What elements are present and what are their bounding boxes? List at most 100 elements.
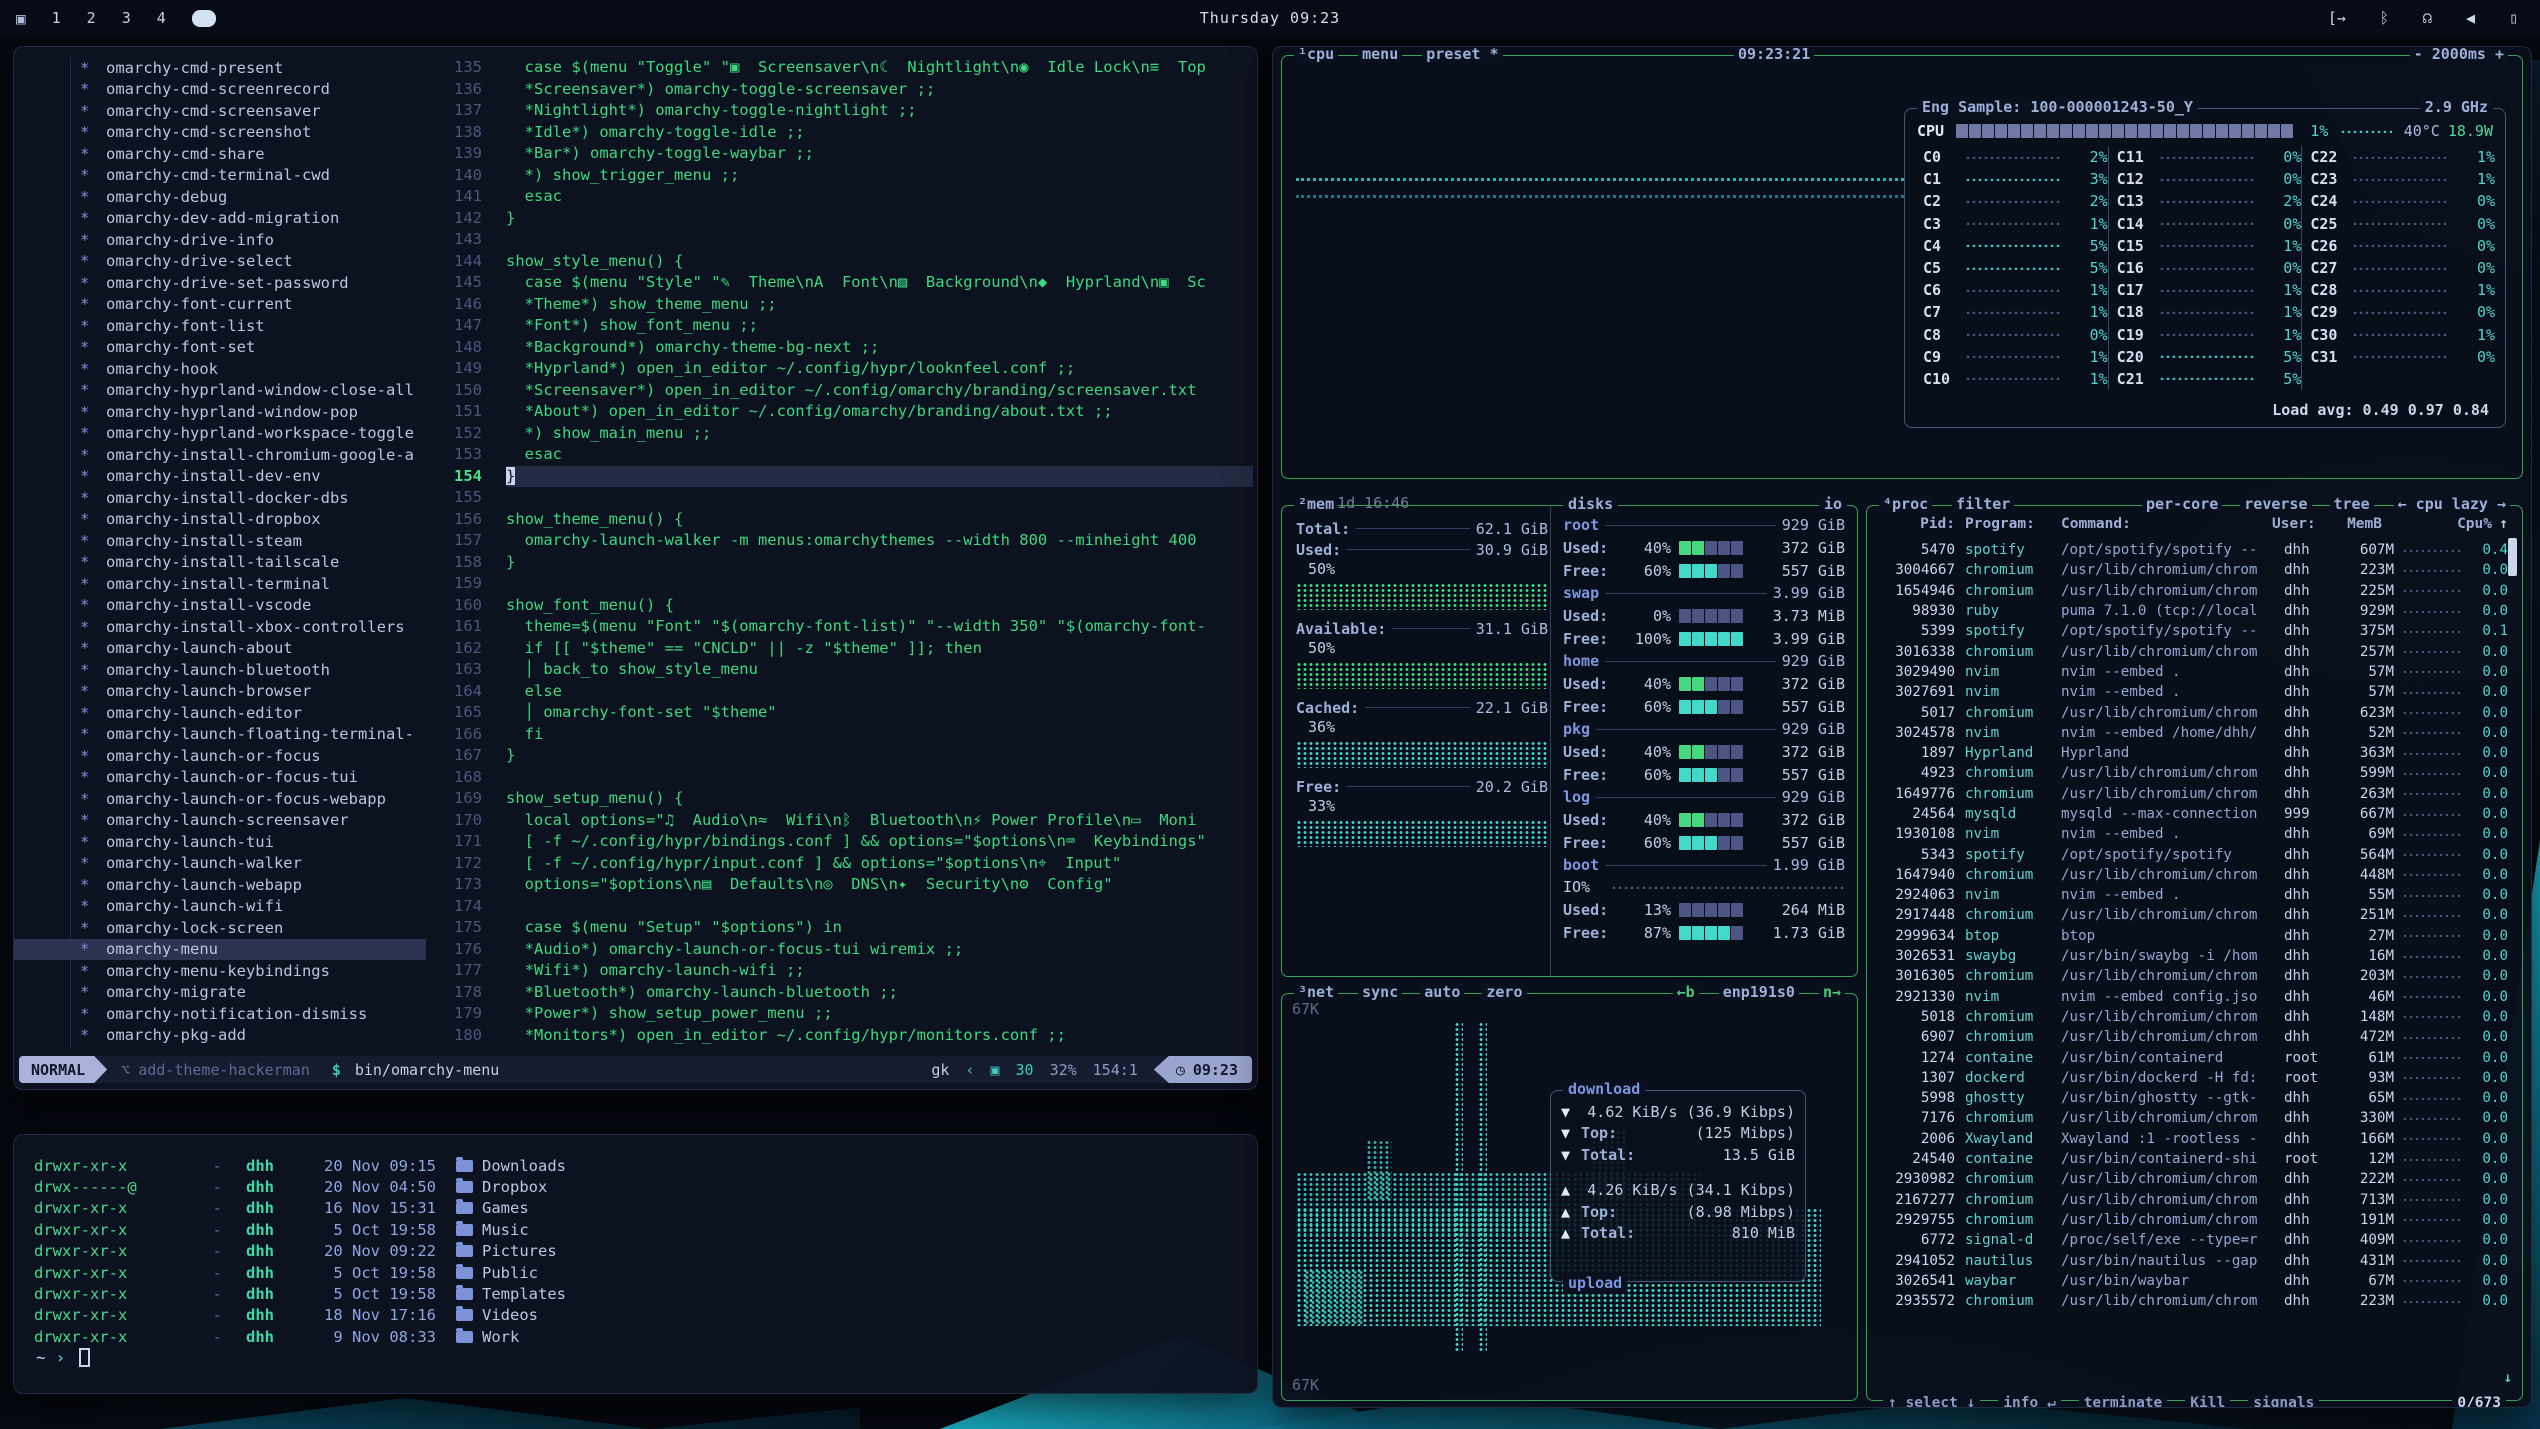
command-column-header[interactable]: Command:	[2061, 516, 2272, 532]
file-list-item[interactable]: *omarchy-install-xbox-controllers	[14, 616, 426, 638]
file-list-item[interactable]: *omarchy-menu-keybindings	[14, 960, 426, 982]
file-list-item[interactable]: *omarchy-cmd-screenrecord	[14, 79, 426, 101]
process-row[interactable]: 2999634btopbtopdhh27M0.0	[1867, 926, 2508, 946]
process-row[interactable]: 2929755chromium/usr/lib/chromium/chromdh…	[1867, 1210, 2508, 1230]
file-list-item[interactable]: *omarchy-launch-floating-terminal-	[14, 724, 426, 746]
scroll-down-icon[interactable]: ↓	[2503, 1370, 2512, 1386]
file-list-item[interactable]: *omarchy-launch-or-focus-webapp	[14, 788, 426, 810]
net-box-title[interactable]: ³net	[1294, 983, 1338, 1001]
file-list-item[interactable]: *omarchy-debug	[14, 186, 426, 208]
file-list-item[interactable]: *omarchy-pkg-add	[14, 1025, 426, 1047]
process-row[interactable]: 1307dockerd/usr/bin/dockerd -H fd:root93…	[1867, 1068, 2508, 1088]
net-tab[interactable]: zero	[1482, 983, 1526, 1001]
process-row[interactable]: 2924063nvimnvim --embed .dhh55M0.0	[1867, 885, 2508, 905]
file-list-item[interactable]: *omarchy-cmd-screenshot	[14, 122, 426, 144]
process-row[interactable]: 2935572chromium/usr/lib/chromium/chromdh…	[1867, 1291, 2508, 1311]
process-row[interactable]: 2941052nautilus/usr/bin/nautilus --gapdh…	[1867, 1250, 2508, 1270]
process-row[interactable]: 5343spotify/opt/spotify/spotifydhh564M0.…	[1867, 844, 2508, 864]
file-list-item[interactable]: *omarchy-launch-webapp	[14, 874, 426, 896]
footer-action[interactable]: ↑ select ↓	[1883, 1395, 1980, 1408]
file-list-item[interactable]: *omarchy-hook	[14, 358, 426, 380]
file-list-item[interactable]: *omarchy-drive-info	[14, 229, 426, 251]
preset-tab[interactable]: preset *	[1422, 46, 1502, 63]
process-row[interactable]: 5017chromium/usr/lib/chromium/chromdhh62…	[1867, 702, 2508, 722]
file-list-item[interactable]: *omarchy-hyprland-window-pop	[14, 401, 426, 423]
proc-option-tab[interactable]: reverse	[2240, 495, 2311, 513]
process-row[interactable]: 24540containe/usr/bin/containerd-shiroot…	[1867, 1149, 2508, 1169]
process-row[interactable]: 98930rubypuma 7.1.0 (tcp://localdhh929M0…	[1867, 601, 2508, 621]
net-tab[interactable]: auto	[1420, 983, 1464, 1001]
footer-action[interactable]: Kill	[2185, 1395, 2230, 1408]
wifi-icon[interactable]: ☊	[2423, 9, 2432, 27]
proc-sort-selector[interactable]: ← cpu lazy →	[2394, 495, 2510, 513]
file-list-item[interactable]: *omarchy-launch-walker	[14, 853, 426, 875]
process-row[interactable]: 2930982chromium/usr/lib/chromium/chromdh…	[1867, 1169, 2508, 1189]
filter-tab[interactable]: filter	[1952, 495, 2014, 513]
disks-title[interactable]: disks	[1563, 495, 1618, 513]
bluetooth-icon[interactable]: ᛒ	[2380, 9, 2389, 27]
program-column-header[interactable]: Program:	[1965, 516, 2061, 532]
process-row[interactable]: 5399spotify/opt/spotify/spotify --dhh375…	[1867, 621, 2508, 641]
file-list-item[interactable]: *omarchy-install-terminal	[14, 573, 426, 595]
process-row[interactable]: 2167277chromium/usr/lib/chromium/chromdh…	[1867, 1190, 2508, 1210]
net-tab[interactable]: sync	[1358, 983, 1402, 1001]
proc-option-tab[interactable]: per-core	[2142, 495, 2222, 513]
file-list-item[interactable]: *omarchy-cmd-present	[14, 57, 426, 79]
file-list-item[interactable]: *omarchy-install-docker-dbs	[14, 487, 426, 509]
process-row[interactable]: 3027691nvimnvim --embed .dhh57M0.0	[1867, 682, 2508, 702]
process-row[interactable]: 1654946chromium/usr/lib/chromium/chromdh…	[1867, 581, 2508, 601]
shell-prompt[interactable]: ~ ›	[36, 1348, 90, 1367]
process-row[interactable]: 1649776chromium/usr/lib/chromium/chromdh…	[1867, 784, 2508, 804]
file-list-item[interactable]: *omarchy-launch-or-focus	[14, 745, 426, 767]
file-list-item[interactable]: *omarchy-launch-browser	[14, 681, 426, 703]
pid-column-header[interactable]: Pid:	[1881, 516, 1955, 532]
file-list-item[interactable]: *omarchy-font-list	[14, 315, 426, 337]
process-row[interactable]: 5018chromium/usr/lib/chromium/chromdhh14…	[1867, 1007, 2508, 1027]
net-prev-key[interactable]: ←b	[1673, 983, 1699, 1001]
process-row[interactable]: 3016305chromium/usr/lib/chromium/chromdh…	[1867, 966, 2508, 986]
file-list-item[interactable]: *omarchy-launch-about	[14, 638, 426, 660]
file-list-item[interactable]: *omarchy-migrate	[14, 982, 426, 1004]
file-list-item[interactable]: *omarchy-drive-select	[14, 251, 426, 273]
process-row[interactable]: 7176chromium/usr/lib/chromium/chromdhh33…	[1867, 1108, 2508, 1128]
process-row[interactable]: 1647940chromium/usr/lib/chromium/chromdh…	[1867, 865, 2508, 885]
code-pane[interactable]: 135 case $(menu "Toggle" "▣ Screensaver\…	[426, 57, 1253, 1046]
net-next-key[interactable]: n→	[1819, 983, 1845, 1001]
file-list-item[interactable]: *omarchy-launch-screensaver	[14, 810, 426, 832]
process-row[interactable]: 2921330nvimnvim --embed config.jsodhh46M…	[1867, 987, 2508, 1007]
file-list-item[interactable]: *omarchy-launch-bluetooth	[14, 659, 426, 681]
file-list-item[interactable]: *omarchy-install-vscode	[14, 595, 426, 617]
battery-icon[interactable]: ▯	[2509, 9, 2518, 27]
process-row[interactable]: 1897HyprlandHyprlanddhh363M0.0	[1867, 743, 2508, 763]
file-list-item[interactable]: *omarchy-launch-tui	[14, 831, 426, 853]
file-list-item[interactable]: *omarchy-install-steam	[14, 530, 426, 552]
file-list-item[interactable]: *omarchy-drive-set-password	[14, 272, 426, 294]
process-row[interactable]: 3026531swaybg/usr/bin/swaybg -i /homdhh1…	[1867, 946, 2508, 966]
process-row[interactable]: 3026541waybar/usr/bin/waybardhh67M0.0	[1867, 1271, 2508, 1291]
file-list-item[interactable]: *omarchy-lock-screen	[14, 917, 426, 939]
file-list-item[interactable]: *omarchy-hyprland-workspace-toggle	[14, 423, 426, 445]
file-list-item[interactable]: *omarchy-dev-add-migration	[14, 208, 426, 230]
scrollbar-thumb[interactable]	[2508, 538, 2517, 576]
file-list-item[interactable]: *omarchy-launch-editor	[14, 702, 426, 724]
file-list-item[interactable]: *omarchy-install-chromium-google-a	[14, 444, 426, 466]
process-row[interactable]: 4923chromium/usr/lib/chromium/chromdhh59…	[1867, 763, 2508, 783]
process-row[interactable]: 3016338chromium/usr/lib/chromium/chromdh…	[1867, 641, 2508, 661]
process-row[interactable]: 2917448chromium/usr/lib/chromium/chromdh…	[1867, 905, 2508, 925]
process-row[interactable]: 3024578nvimnvim --embed /home/dhh/dhh52M…	[1867, 723, 2508, 743]
process-row[interactable]: 2006XwaylandXwayland :1 -rootless -dhh16…	[1867, 1129, 2508, 1149]
process-row[interactable]: 1274containe/usr/bin/containerdroot61M0.…	[1867, 1047, 2508, 1067]
footer-action[interactable]: info ↵	[1998, 1395, 2060, 1408]
file-list-item[interactable]: *omarchy-launch-or-focus-tui	[14, 767, 426, 789]
file-list-item[interactable]: *omarchy-notification-dismiss	[14, 1003, 426, 1025]
editor-terminal[interactable]: *omarchy-cmd-present *omarchy-cmd-screen…	[13, 46, 1258, 1090]
process-row[interactable]: 6772signal-d/proc/self/exe --type=rdhh40…	[1867, 1230, 2508, 1250]
file-list-item[interactable]: *omarchy-font-current	[14, 294, 426, 316]
btop-window[interactable]: ¹cpu menu preset * 09:23:21 - 2000ms + E…	[1272, 46, 2532, 1408]
process-row[interactable]: 5998ghostty/usr/bin/ghostty --gtk-dhh65M…	[1867, 1088, 2508, 1108]
user-column-header[interactable]: User:	[2272, 516, 2326, 532]
footer-action[interactable]: terminate	[2079, 1395, 2168, 1408]
logout-icon[interactable]: [→	[2328, 9, 2346, 27]
cpu-column-header[interactable]: Cpu%	[2448, 516, 2492, 532]
mem-box-title[interactable]: ²mem	[1294, 495, 1338, 513]
